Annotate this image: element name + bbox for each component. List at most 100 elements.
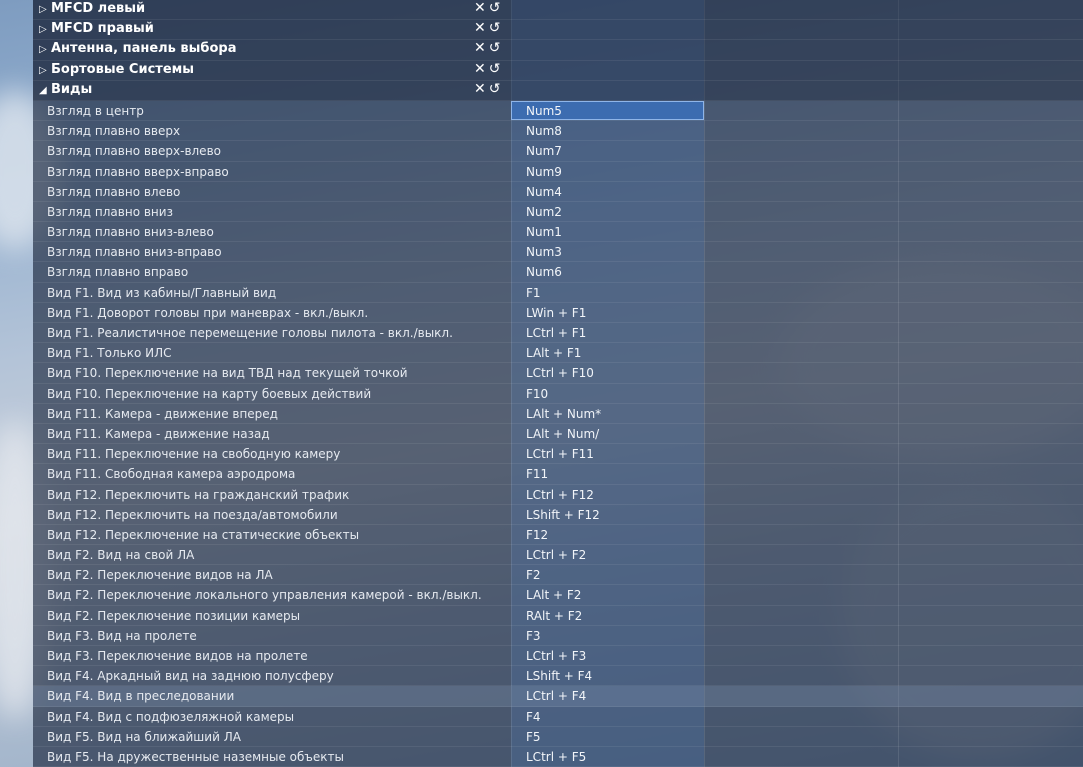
binding-row[interactable]: Вид F12. Переключение на статические объ… — [33, 525, 1083, 546]
empty-binding-cell[interactable] — [899, 162, 1083, 181]
key-binding-cell[interactable]: RAlt + F2 — [511, 606, 704, 625]
key-binding-cell[interactable]: F3 — [511, 626, 704, 645]
empty-binding-cell[interactable] — [705, 323, 898, 342]
binding-row[interactable]: Вид F2. Переключение позиции камеры RAlt … — [33, 606, 1083, 626]
binding-row[interactable]: Вид F1. Только ИЛС LAlt + F1 — [33, 343, 1083, 364]
empty-binding-cell[interactable] — [705, 626, 898, 645]
key-binding-cell[interactable]: Num3 — [511, 242, 704, 261]
category-row[interactable]: ▷ Антенна, панель выбора ✕↺ — [33, 40, 1083, 61]
collapsed-triangle-icon[interactable]: ▷ — [39, 24, 51, 35]
empty-binding-cell[interactable] — [899, 525, 1083, 544]
empty-binding-cell[interactable] — [705, 363, 898, 382]
binding-row[interactable]: Вид F2. Переключение локального управлен… — [33, 585, 1083, 606]
empty-binding-cell[interactable] — [705, 444, 898, 463]
key-binding-cell[interactable]: LCtrl + F10 — [511, 363, 704, 382]
binding-row[interactable]: Вид F4. Аркадный вид на заднюю полусферу… — [33, 666, 1083, 687]
empty-binding-cell[interactable] — [899, 565, 1083, 584]
key-binding-cell[interactable]: Num7 — [511, 141, 704, 160]
collapsed-triangle-icon[interactable]: ▷ — [39, 44, 51, 55]
empty-binding-cell[interactable] — [899, 545, 1083, 564]
empty-binding-cell[interactable] — [899, 121, 1083, 140]
empty-binding-cell[interactable] — [705, 606, 898, 625]
binding-row[interactable]: Взгляд плавно вверх-вправо Num9 — [33, 162, 1083, 182]
binding-row[interactable]: Взгляд плавно вниз Num2 — [33, 202, 1083, 223]
clear-category-icon[interactable]: ✕ — [474, 0, 489, 16]
key-binding-cell[interactable]: LShift + F12 — [511, 505, 704, 524]
empty-binding-cell[interactable] — [899, 485, 1083, 504]
clear-category-icon[interactable]: ✕ — [474, 40, 489, 56]
key-binding-cell[interactable]: LCtrl + F11 — [511, 444, 704, 463]
reset-category-icon[interactable]: ↺ — [489, 40, 504, 56]
binding-row[interactable]: Вид F11. Камера - движение вперед LAlt + … — [33, 404, 1083, 424]
reset-category-icon[interactable]: ↺ — [489, 0, 504, 16]
empty-binding-cell[interactable] — [705, 727, 898, 746]
binding-row[interactable]: Вид F11. Переключение на свободную камер… — [33, 444, 1083, 465]
empty-binding-cell[interactable] — [899, 202, 1083, 221]
empty-binding-cell[interactable] — [899, 505, 1083, 524]
empty-binding-cell[interactable] — [705, 525, 898, 544]
binding-row[interactable]: Вид F3. Переключение видов на пролете LCt… — [33, 646, 1083, 667]
binding-row[interactable]: Вид F4. Вид в преследовании LCtrl + F4 — [33, 686, 1083, 707]
category-row[interactable]: ▷ MFCD левый ✕↺ — [33, 0, 1083, 21]
binding-row[interactable]: Вид F10. Переключение на вид ТВД над тек… — [33, 363, 1083, 384]
binding-row[interactable]: Взгляд плавно вправо Num6 — [33, 262, 1083, 283]
key-binding-cell[interactable]: Num4 — [511, 182, 704, 201]
binding-row[interactable]: Вид F5. Вид на ближайший ЛА F5 — [33, 727, 1083, 747]
empty-binding-cell[interactable] — [705, 343, 898, 362]
key-binding-cell[interactable]: Num5 — [511, 100, 704, 120]
key-binding-cell[interactable]: F4 — [511, 707, 704, 726]
empty-binding-cell[interactable] — [899, 222, 1083, 241]
empty-binding-cell[interactable] — [705, 242, 898, 261]
empty-binding-cell[interactable] — [899, 747, 1083, 766]
empty-binding-cell[interactable] — [899, 363, 1083, 382]
key-binding-cell[interactable]: LWin + F1 — [511, 303, 704, 322]
key-binding-cell[interactable]: F10 — [511, 384, 704, 403]
key-binding-cell[interactable]: Num2 — [511, 202, 704, 221]
key-binding-cell[interactable]: Num8 — [511, 121, 704, 140]
key-binding-cell[interactable]: F1 — [511, 283, 704, 302]
empty-binding-cell[interactable] — [705, 505, 898, 524]
binding-row[interactable]: Вид F4. Вид с подфюзеляжной камеры F4 — [33, 707, 1083, 727]
binding-row[interactable]: Вид F11. Камера - движение назад LAlt + N… — [33, 424, 1083, 445]
empty-binding-cell[interactable] — [899, 606, 1083, 625]
binding-row[interactable]: Вид F12. Переключить на поезда/автомобил… — [33, 505, 1083, 525]
empty-binding-cell[interactable] — [899, 646, 1083, 665]
binding-row[interactable]: Взгляд плавно вверх Num8 — [33, 121, 1083, 142]
empty-binding-cell[interactable] — [899, 343, 1083, 362]
binding-row[interactable]: Вид F3. Вид на пролете F3 — [33, 626, 1083, 646]
key-binding-cell[interactable]: Num9 — [511, 162, 704, 181]
empty-binding-cell[interactable] — [705, 121, 898, 140]
category-row[interactable]: ▷ MFCD правый ✕↺ — [33, 20, 1083, 41]
empty-binding-cell[interactable] — [705, 565, 898, 584]
empty-binding-cell[interactable] — [899, 404, 1083, 423]
key-binding-cell[interactable]: LCtrl + F4 — [511, 686, 704, 705]
empty-binding-cell[interactable] — [705, 283, 898, 302]
binding-row[interactable]: Взгляд плавно вверх-влево Num7 — [33, 141, 1083, 162]
clear-category-icon[interactable]: ✕ — [474, 61, 489, 77]
binding-row[interactable]: Вид F12. Переключить на гражданский траф… — [33, 485, 1083, 505]
binding-row[interactable]: Вид F1. Вид из кабины/Главный вид F1 — [33, 283, 1083, 303]
key-binding-cell[interactable]: LCtrl + F1 — [511, 323, 704, 342]
reset-category-icon[interactable]: ↺ — [489, 20, 504, 36]
key-binding-cell[interactable]: LAlt + F2 — [511, 585, 704, 604]
empty-binding-cell[interactable] — [899, 424, 1083, 443]
empty-binding-cell[interactable] — [705, 545, 898, 564]
clear-category-icon[interactable]: ✕ — [474, 81, 489, 97]
empty-binding-cell[interactable] — [705, 202, 898, 221]
empty-binding-cell[interactable] — [705, 162, 898, 181]
category-row[interactable]: ◢ Виды ✕↺ — [33, 80, 1083, 101]
empty-binding-cell[interactable] — [899, 666, 1083, 685]
empty-binding-cell[interactable] — [899, 626, 1083, 645]
empty-binding-cell[interactable] — [705, 262, 898, 281]
empty-binding-cell[interactable] — [899, 585, 1083, 604]
binding-row[interactable]: Вид F2. Переключение видов на ЛА F2 — [33, 565, 1083, 586]
empty-binding-cell[interactable] — [705, 585, 898, 604]
category-row[interactable]: ▷ Бортовые Системы ✕↺ — [33, 60, 1083, 81]
empty-binding-cell[interactable] — [705, 707, 898, 726]
binding-row[interactable]: Вид F10. Переключение на карту боевых де… — [33, 384, 1083, 404]
key-binding-cell[interactable]: LShift + F4 — [511, 666, 704, 685]
empty-binding-cell[interactable] — [899, 101, 1083, 120]
empty-binding-cell[interactable] — [705, 666, 898, 685]
empty-binding-cell[interactable] — [705, 303, 898, 322]
key-binding-cell[interactable]: F12 — [511, 525, 704, 544]
